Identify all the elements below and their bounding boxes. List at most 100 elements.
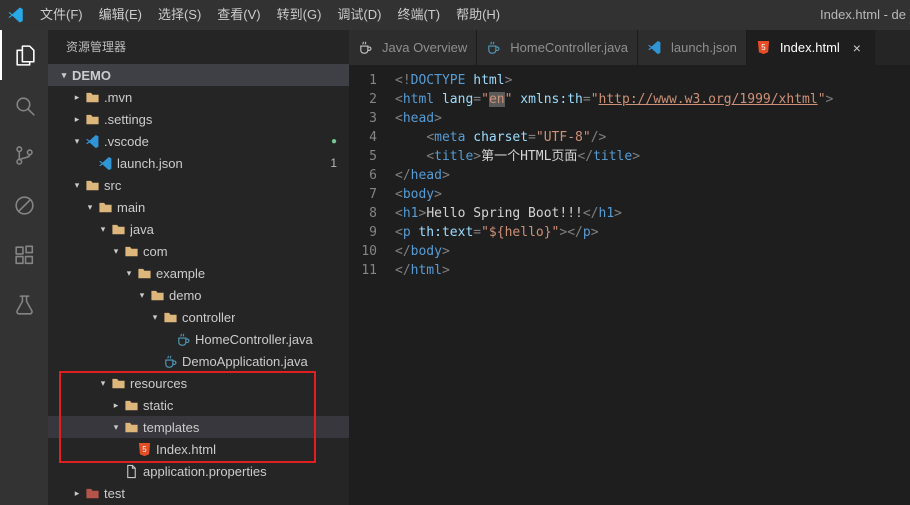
chevron-down-icon[interactable]: ▾: [134, 290, 150, 301]
tree-item-launch-json[interactable]: launch.json 1: [48, 152, 349, 174]
tree-item-main[interactable]: ▾ main: [48, 196, 349, 218]
chevron-down-icon[interactable]: ▾: [108, 246, 124, 257]
tree-item-label: HomeController.java: [195, 331, 313, 347]
line-number: 10: [361, 244, 377, 259]
tree-item-demo[interactable]: ▾ demo: [48, 284, 349, 306]
tree-item-mvn[interactable]: ▸ .mvn: [48, 86, 349, 108]
tree-item-label: templates: [143, 419, 200, 435]
close-icon[interactable]: ×: [849, 40, 865, 56]
menu-item-2[interactable]: 选择(S): [150, 0, 209, 30]
explorer-icon: [15, 44, 35, 66]
code-line: 9 <p th:text="${hello}"></p>: [349, 223, 910, 242]
code-text: <title>第一个HTML页面</title>: [426, 149, 641, 164]
code-text: </head>: [395, 168, 450, 183]
html-icon: 5: [137, 441, 156, 457]
activity-item-extensions[interactable]: [0, 230, 48, 280]
code-text: <p th:text="${hello}"></p>: [395, 225, 599, 240]
activity-item-source-control[interactable]: [0, 130, 48, 180]
chevron-right-icon[interactable]: ▸: [69, 488, 85, 499]
line-number: 9: [369, 225, 377, 240]
tree-item-demoapplication-java[interactable]: DemoApplication.java: [48, 350, 349, 372]
vscode-icon: [98, 155, 117, 171]
tree-item-static[interactable]: ▸ static: [48, 394, 349, 416]
line-number: 8: [369, 206, 377, 221]
activity-item-explorer[interactable]: [0, 30, 48, 80]
tree-item-src[interactable]: ▾ src: [48, 174, 349, 196]
line-number: 7: [369, 187, 377, 202]
activity-item-tests[interactable]: [0, 280, 48, 330]
tree-item-settings[interactable]: ▸ .settings: [48, 108, 349, 130]
chevron-right-icon[interactable]: ▸: [108, 400, 124, 411]
folder-icon: [163, 309, 182, 325]
chevron-down-icon[interactable]: ▾: [95, 378, 111, 389]
menu-bar: 文件(F) 编辑(E) 选择(S) 查看(V) 转到(G) 调试(D) 终端(T) 帮助(H): [32, 0, 508, 30]
tree-item-demo[interactable]: ▾ DEMO: [48, 64, 349, 86]
tree-item-test[interactable]: ▸ test: [48, 482, 349, 504]
code-editor[interactable]: 1 <!DOCTYPE html> 2 <html lang="en" xmlns:t…: [349, 65, 910, 505]
menu-item-4[interactable]: 转到(G): [269, 0, 330, 30]
menu-item-0[interactable]: 文件(F): [32, 0, 91, 30]
tree-item-templates[interactable]: ▾ templates: [48, 416, 349, 438]
tests-icon: [15, 294, 33, 315]
code-line: 10 </body>: [349, 242, 910, 261]
tab-label: Index.html: [779, 40, 840, 55]
tree-item-label: demo: [169, 287, 202, 303]
chevron-right-icon[interactable]: ▸: [69, 114, 85, 125]
tree-item-label: resources: [130, 375, 188, 391]
chevron-right-icon[interactable]: ▸: [69, 92, 85, 103]
chevron-down-icon[interactable]: ▾: [121, 268, 137, 279]
tree-item-homecontroller-java[interactable]: HomeController.java: [48, 328, 349, 350]
vscode-icon: [647, 40, 666, 56]
tree-item-java[interactable]: ▾ java: [48, 218, 349, 240]
line-number: 3: [369, 111, 377, 126]
menu-item-5[interactable]: 调试(D): [329, 0, 389, 30]
code-line: 5 <title>第一个HTML页面</title>: [349, 147, 910, 166]
folder-icon: [124, 419, 143, 435]
tree-item-label: test: [104, 485, 125, 501]
tab-java-overview[interactable]: Java Overview: [349, 30, 478, 65]
folder-icon: [111, 221, 130, 237]
folder-icon: [124, 397, 143, 413]
chevron-down-icon[interactable]: ▾: [69, 180, 85, 191]
menu-item-7[interactable]: 帮助(H): [448, 0, 508, 30]
chevron-down-icon[interactable]: ▾: [56, 70, 72, 81]
tree-item-label: application.properties: [143, 463, 267, 479]
tree-item-index-html[interactable]: 5 Index.html: [48, 438, 349, 460]
code-line: 6 </head>: [349, 166, 910, 185]
tree-item-resources[interactable]: ▾ resources: [48, 372, 349, 394]
code-text: <head>: [395, 111, 442, 126]
activity-item-blocked[interactable]: [0, 180, 48, 230]
tree-item-com[interactable]: ▾ com: [48, 240, 349, 262]
tree-item-label: main: [117, 199, 146, 215]
chevron-down-icon[interactable]: ▾: [108, 422, 124, 433]
tree-item-application-properties[interactable]: application.properties: [48, 460, 349, 482]
tree-item-example[interactable]: ▾ example: [48, 262, 349, 284]
chevron-down-icon[interactable]: ▾: [95, 224, 111, 235]
folder-icon: [124, 243, 143, 259]
chevron-down-icon[interactable]: ▾: [69, 136, 85, 147]
tab-label: launch.json: [671, 40, 737, 55]
tab-launch-json[interactable]: launch.json: [638, 30, 747, 65]
tab-label: HomeController.java: [510, 40, 629, 55]
extensions-icon: [14, 245, 33, 264]
java-icon: [163, 353, 182, 369]
tree-item-vscode[interactable]: ▾ .vscode ●: [48, 130, 349, 152]
tab-index-html[interactable]: 5 Index.html ×: [746, 30, 875, 65]
activity-item-search[interactable]: [0, 80, 48, 130]
window-title: Index.html - de: [820, 7, 906, 22]
line-number: 2: [369, 92, 377, 107]
sidebar-title: 资源管理器: [66, 40, 127, 54]
menu-item-3[interactable]: 查看(V): [209, 0, 268, 30]
tree-item-controller[interactable]: ▾ controller: [48, 306, 349, 328]
tab-label: Java Overview: [382, 40, 468, 55]
chevron-down-icon[interactable]: ▾: [82, 202, 98, 213]
java-icon: [176, 331, 195, 347]
code-line: 7 <body>: [349, 185, 910, 204]
chevron-down-icon[interactable]: ▾: [147, 312, 163, 323]
java-gray-icon: [358, 40, 377, 56]
tab-homecontroller-java[interactable]: HomeController.java: [477, 30, 639, 65]
code-text: <body>: [395, 187, 442, 202]
explorer-sidebar: 资源管理器 ▾ DEMO ▸ .mvn ▸ .settings ▾ .vscode ● launc…: [48, 30, 349, 505]
menu-item-6[interactable]: 终端(T): [389, 0, 448, 30]
menu-item-1[interactable]: 编辑(E): [91, 0, 150, 30]
